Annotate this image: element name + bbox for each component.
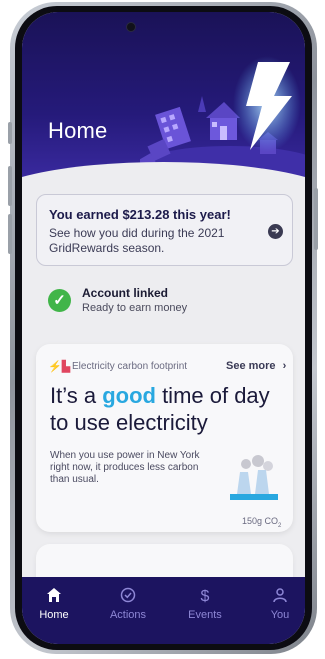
side-button: [8, 122, 12, 144]
co2-value: 150g CO: [242, 516, 279, 526]
tab-home-label: Home: [39, 609, 69, 621]
arrow-right-icon[interactable]: ➔: [268, 224, 283, 239]
carbon-headline: It’s a good time of day to use electrici…: [50, 382, 290, 436]
tab-events[interactable]: $ Events: [175, 587, 235, 621]
headline-highlight: good: [102, 383, 156, 408]
app-screen: Home You earned $213.28 this year! See h…: [22, 12, 305, 644]
page-title: Home: [48, 118, 108, 143]
front-camera: [126, 22, 136, 32]
carbon-footprint-card[interactable]: ⚡▙ Electricity carbon footprint See more…: [36, 344, 293, 532]
lightning-bolt-icon: [233, 56, 301, 152]
see-more-label: See more: [226, 360, 276, 372]
tab-you[interactable]: You: [250, 587, 305, 621]
carbon-icons: ⚡▙: [48, 360, 70, 373]
home-header: Home: [22, 12, 305, 182]
tab-events-label: Events: [188, 609, 222, 621]
power-plant-icon: [230, 455, 278, 500]
chevron-right-icon: ›: [282, 360, 287, 372]
factory-icon: ▙: [61, 361, 71, 373]
bolt-icon: ⚡: [48, 361, 62, 373]
earnings-summary-card[interactable]: You earned $213.28 this year! See how yo…: [36, 194, 293, 266]
check-circle-icon: [98, 587, 158, 607]
volume-up-button: [8, 166, 12, 206]
tab-actions[interactable]: Actions: [98, 587, 158, 621]
headline-start: It’s a: [50, 383, 103, 408]
home-icon: [24, 587, 84, 607]
bottom-tab-bar: Home Actions $ Events You: [22, 577, 305, 644]
power-button: [314, 188, 318, 250]
see-more-link[interactable]: See more ›: [226, 360, 286, 372]
earnings-title: You earned $213.28 this year!: [49, 207, 231, 222]
volume-down-button: [8, 214, 12, 254]
co2-amount: 150g CO2: [242, 516, 281, 529]
check-icon: ✓: [48, 289, 71, 312]
tab-actions-label: Actions: [109, 609, 147, 621]
tab-you-label: You: [270, 609, 290, 621]
dollar-icon: $: [200, 588, 210, 605]
earnings-subtitle: See how you did during the 2021 GridRewa…: [49, 226, 225, 255]
carbon-description: When you use power in New York right now…: [50, 450, 200, 485]
account-linked-title: Account linked: [82, 286, 169, 300]
account-linked-subtitle: Ready to earn money: [82, 302, 188, 314]
carbon-footprint-label: Electricity carbon footprint: [72, 361, 188, 372]
tab-home[interactable]: Home: [24, 587, 84, 621]
person-icon: [250, 587, 305, 607]
co2-subscript: 2: [278, 522, 282, 529]
